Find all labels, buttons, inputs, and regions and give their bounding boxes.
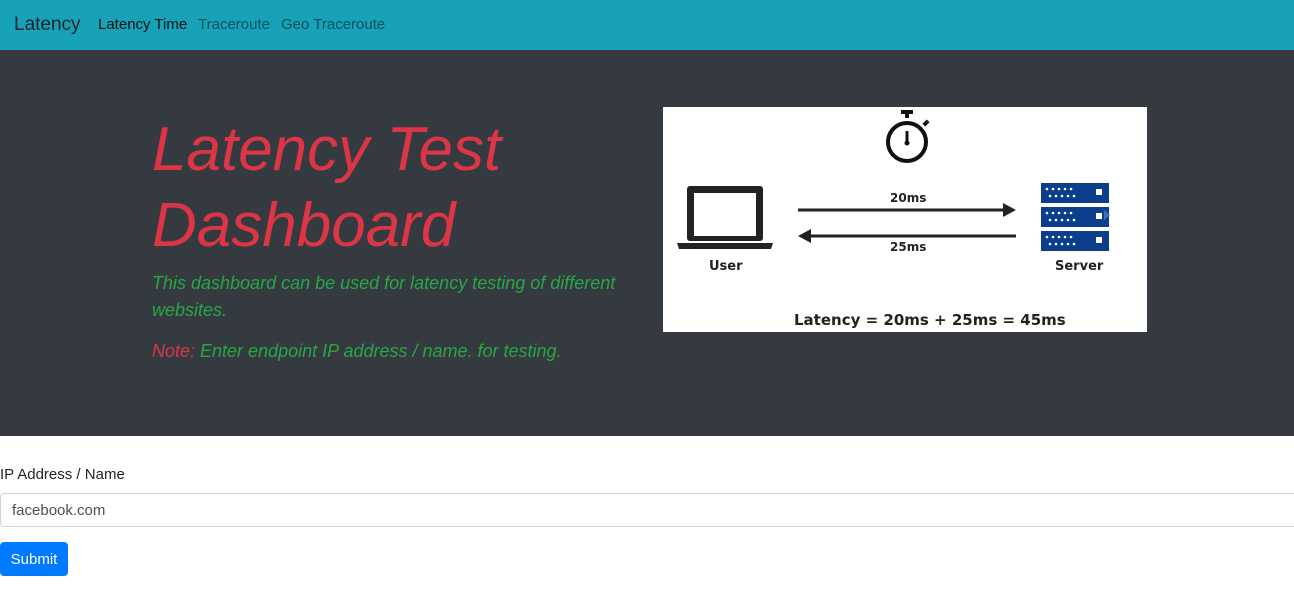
request-time-label: 20ms (890, 191, 927, 205)
latency-formula: Latency = 20ms + 25ms = 45ms (794, 311, 1066, 329)
page-title: Latency Test Dashboard (152, 115, 502, 260)
hero-note: Note: Enter endpoint IP address / name. … (152, 338, 642, 364)
note-text: Enter endpoint IP address / name. for te… (195, 341, 562, 361)
nav-link-geo-traceroute[interactable]: Geo Traceroute (281, 16, 385, 34)
request-arrow (798, 203, 1016, 217)
nav-link-traceroute[interactable]: Traceroute (198, 16, 270, 34)
submit-button[interactable]: Submit (0, 542, 68, 576)
ip-address-label: IP Address / Name (0, 466, 125, 483)
latency-form: IP Address / Name Submit (0, 436, 1294, 609)
hero-description: This dashboard can be used for latency t… (152, 273, 616, 320)
server-label: Server (1055, 259, 1104, 274)
hero-jumbotron: Latency Test Dashboard This dashboard ca… (0, 50, 1294, 436)
note-label: Note: (152, 341, 196, 361)
latency-diagram: 20ms 25ms User Server Latency = 20ms + 2… (663, 107, 1147, 332)
ip-address-input[interactable] (0, 493, 1294, 527)
server-icon (1041, 183, 1110, 251)
response-time-label: 25ms (890, 240, 927, 254)
laptop-icon (677, 186, 773, 249)
stopwatch-icon (886, 110, 930, 163)
nav-link-latency-time[interactable]: Latency Time (98, 16, 187, 34)
user-label: User (709, 259, 743, 274)
navbar: Latency Latency Time Traceroute Geo Trac… (0, 0, 1294, 50)
navbar-brand[interactable]: Latency (14, 14, 81, 36)
